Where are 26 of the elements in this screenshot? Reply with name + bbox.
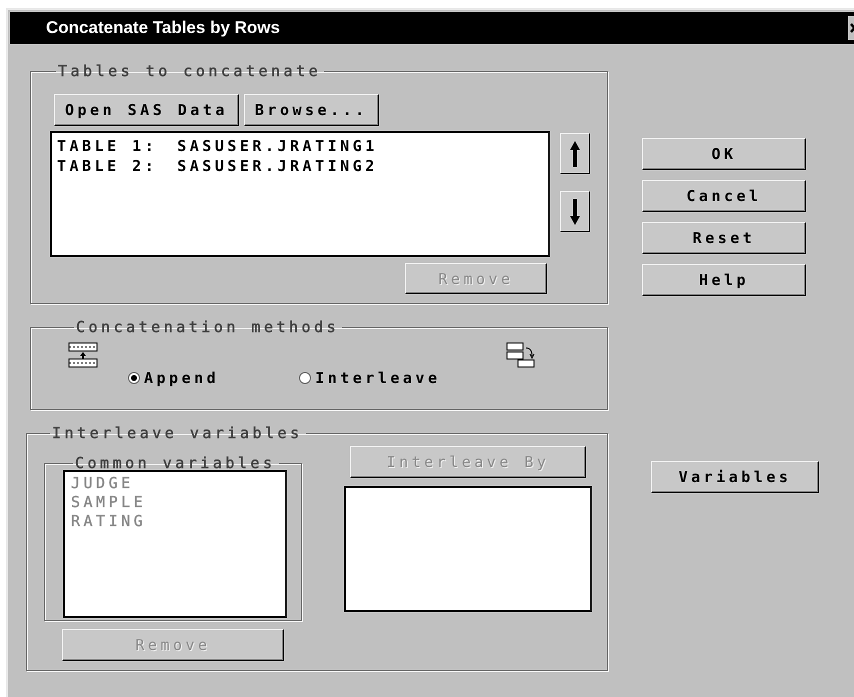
toolbar-button[interactable]: Open SAS Data: [54, 94, 239, 126]
merged-tables-icon: [506, 342, 536, 368]
dialog-button[interactable]: Help: [642, 264, 806, 296]
group-label: Tables to concatenate: [57, 62, 322, 80]
method-radio[interactable]: Append: [128, 369, 220, 387]
group-label: Common variables: [74, 456, 276, 470]
group-label: Interleave variables: [51, 424, 304, 442]
table-label: TABLE 1:: [57, 136, 158, 156]
move-down-button[interactable]: [560, 191, 590, 232]
group-label: Concatenation methods: [75, 318, 340, 336]
stacked-tables-icon: [68, 342, 98, 368]
table-label: TABLE 2:: [57, 156, 158, 176]
up-arrow-icon: [569, 140, 581, 168]
interleave-by-list[interactable]: [344, 486, 592, 612]
table-name[interactable]: SASUSER.JRATING2: [177, 156, 378, 176]
dialog-button[interactable]: OK: [642, 138, 806, 170]
table-name[interactable]: SASUSER.JRATING1: [177, 136, 378, 156]
dialog-button[interactable]: Cancel: [642, 180, 806, 212]
dialog-button[interactable]: Reset: [642, 222, 806, 254]
tables-list[interactable]: TABLE 1: SASUSER.JRATING1 TABLE 2: SASUSER.JRATING2: [50, 131, 550, 257]
down-arrow-icon: [569, 198, 581, 226]
variables-button[interactable]: Variables: [651, 461, 819, 493]
toolbar-button[interactable]: Browse...: [244, 94, 379, 126]
method-radio[interactable]: Interleave: [299, 369, 440, 387]
window-title: Concatenate Tables by Rows: [46, 18, 281, 38]
move-up-button[interactable]: [560, 133, 590, 174]
